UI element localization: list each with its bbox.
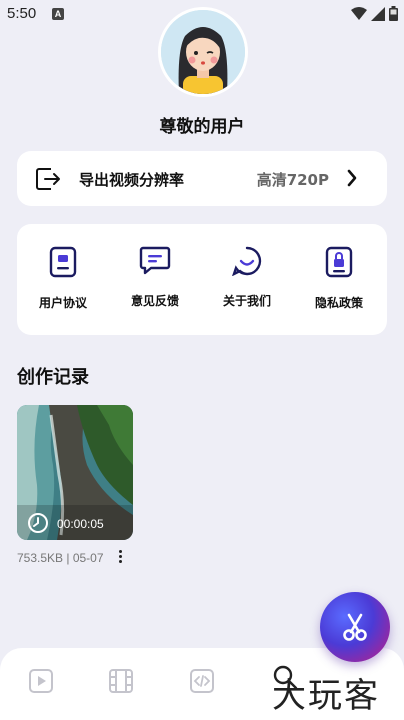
status-time: 5:50: [7, 5, 37, 22]
records-title: 创作记录: [17, 367, 89, 388]
play-icon[interactable]: [28, 668, 54, 694]
action-user-agreement[interactable]: 用户协议: [17, 246, 109, 311]
action-label: 关于我们: [222, 294, 271, 308]
code-icon[interactable]: [189, 668, 215, 694]
smile-icon: [232, 246, 262, 276]
system-status-icons: [351, 6, 398, 21]
create-video-fab[interactable]: [320, 592, 390, 662]
action-about-us[interactable]: 关于我们: [201, 246, 293, 309]
lock-document-icon: [325, 246, 353, 278]
video-meta: 753.5KB | 05-07: [17, 551, 104, 565]
action-label: 用户协议: [38, 296, 87, 310]
action-feedback[interactable]: 意见反馈: [109, 246, 201, 309]
export-icon: [36, 168, 60, 190]
export-resolution-label: 导出视频分辨率: [79, 171, 185, 189]
action-label: 隐私政策: [314, 296, 363, 310]
wifi-icon: [351, 6, 367, 20]
clock-icon: [28, 513, 48, 533]
video-thumbnail[interactable]: 00:00:05: [17, 405, 133, 540]
export-resolution-row[interactable]: 导出视频分辨率 高清720P: [17, 151, 387, 206]
message-icon: [139, 246, 171, 275]
avatar[interactable]: [158, 7, 248, 97]
scissors-icon: [343, 613, 367, 641]
video-duration: 00:00:05: [57, 517, 104, 531]
user-name: 尊敬的用户: [159, 117, 245, 137]
quick-actions-card: 用户协议 意见反馈 关于我们 隐私政策: [17, 224, 387, 335]
more-options-icon[interactable]: [117, 550, 123, 566]
avatar-illustration: [161, 10, 245, 94]
document-icon: [49, 246, 77, 278]
notification-icon: A: [52, 8, 64, 20]
chevron-right-icon: [347, 169, 357, 187]
watermark-text: 大玩客: [272, 676, 380, 716]
film-icon[interactable]: [108, 668, 134, 694]
export-resolution-value: 高清720P: [256, 171, 329, 189]
action-privacy-policy[interactable]: 隐私政策: [293, 246, 385, 311]
battery-icon: [389, 6, 398, 21]
signal-icon: [371, 6, 385, 21]
action-label: 意见反馈: [130, 294, 179, 308]
